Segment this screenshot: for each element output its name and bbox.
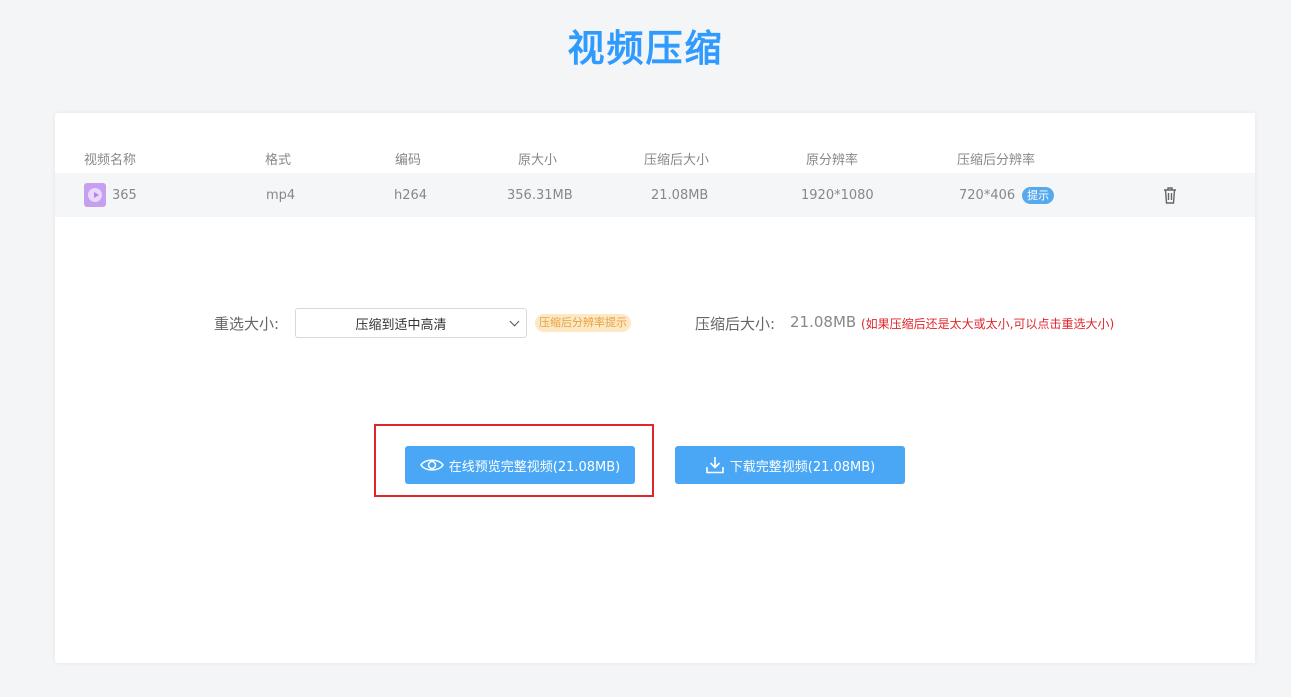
size-select[interactable]: 压缩到适中高清 <box>295 308 527 338</box>
highlight-box <box>374 424 654 497</box>
download-button[interactable]: 下载完整视频(21.08MB) <box>675 446 905 484</box>
video-codec: h264 <box>394 173 427 217</box>
video-name: 365 <box>112 188 137 203</box>
chevron-down-icon <box>510 317 520 327</box>
size-select-value: 压缩到适中高清 <box>355 314 446 333</box>
download-button-label: 下载完整视频(21.08MB) <box>730 456 876 475</box>
compressed-size-value: 21.08MB <box>790 313 856 331</box>
header-format: 格式 <box>265 146 291 170</box>
resolution-hint-tag[interactable]: 压缩后分辨率提示 <box>535 314 631 332</box>
header-compressed-size: 压缩后大小 <box>644 146 709 170</box>
video-file-icon <box>84 183 106 207</box>
header-original-size: 原大小 <box>518 146 557 170</box>
resolution-tip-badge[interactable]: 提示 <box>1022 187 1054 204</box>
compressed-size: 21.08MB <box>651 173 708 217</box>
compressed-resolution: 720*406 <box>959 188 1015 203</box>
compressed-resolution-cell: 720*406 提示 <box>959 173 1054 217</box>
video-card: 视频名称 格式 编码 原大小 压缩后大小 原分辨率 压缩后分辨率 365 mp4… <box>55 113 1255 663</box>
resize-row: 重选大小: 压缩到适中高清 压缩后分辨率提示 压缩后大小: 21.08MB (如… <box>55 308 1255 338</box>
table-header: 视频名称 格式 编码 原大小 压缩后大小 原分辨率 压缩后分辨率 <box>55 146 1255 170</box>
download-icon <box>705 456 725 474</box>
original-resolution: 1920*1080 <box>801 173 874 217</box>
header-compressed-resolution: 压缩后分辨率 <box>957 146 1035 170</box>
header-name: 视频名称 <box>84 146 136 170</box>
page-title: 视频压缩 <box>0 18 1291 72</box>
table-row: 365 mp4 h264 356.31MB 21.08MB 1920*1080 … <box>55 173 1255 217</box>
trash-icon[interactable] <box>1161 185 1179 205</box>
video-format: mp4 <box>266 173 295 217</box>
header-original-resolution: 原分辨率 <box>806 146 858 170</box>
video-name-cell: 365 <box>84 173 137 217</box>
original-size: 356.31MB <box>507 173 573 217</box>
resize-label: 重选大小: <box>214 313 279 334</box>
resize-note: (如果压缩后还是太大或太小,可以点击重选大小) <box>861 315 1114 332</box>
header-codec: 编码 <box>395 146 421 170</box>
compressed-size-label: 压缩后大小: <box>695 313 775 334</box>
